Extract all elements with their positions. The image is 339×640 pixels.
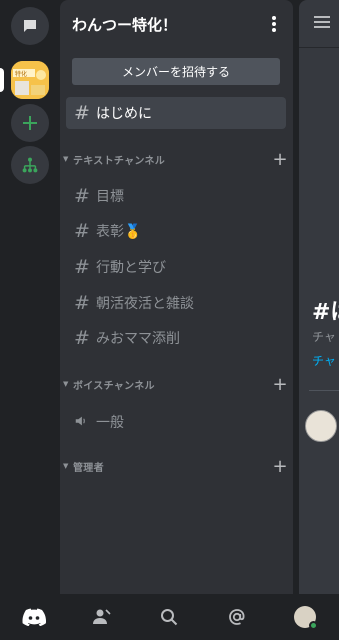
channel-item-tensaku[interactable]: # みおママ添削 — [66, 322, 286, 354]
explore-servers-button[interactable] — [11, 146, 49, 184]
voice-channel-ippan[interactable]: 一般 — [66, 406, 286, 438]
channel-name: 目標 — [96, 189, 124, 205]
category-label: 管理者 — [73, 462, 104, 474]
invite-members-button[interactable]: メンバーを招待する — [72, 58, 280, 85]
channel-item-mokuhyo[interactable]: # 目標 — [66, 180, 286, 212]
chat-bubble-icon — [24, 20, 36, 32]
discord-app: 特化 わんつー特化！ メンバーを招待する # はじめに ▼ テキストチャンネル … — [0, 0, 339, 640]
hash-icon: # — [74, 220, 90, 242]
hash-icon: # — [74, 292, 90, 314]
category-voice-channels[interactable]: ▼ ボイスチャンネル + — [60, 374, 293, 395]
at-sign-icon — [229, 609, 245, 625]
server-logo-icon: 特化 — [11, 61, 49, 99]
server-logo-text: 特化 — [15, 70, 27, 78]
user-avatar — [294, 606, 318, 630]
add-server-button[interactable] — [11, 104, 49, 142]
welcome-heading: #は — [312, 300, 339, 325]
speaker-icon — [74, 411, 96, 433]
add-channel-icon[interactable]: + — [267, 374, 293, 395]
friends-tab[interactable] — [89, 604, 115, 630]
hash-icon: # — [74, 256, 90, 278]
channel-item-asakatsu[interactable]: # 朝活夜活と雑談 — [66, 287, 286, 319]
hash-icon: # — [74, 102, 90, 124]
channel-name: 行動と学び — [96, 260, 166, 276]
server-icon-wantsu[interactable]: 特化 — [11, 61, 49, 99]
category-label: ボイスチャンネル — [73, 380, 155, 392]
server-header[interactable]: わんつー特化！ — [60, 0, 293, 48]
more-options-icon[interactable] — [267, 15, 281, 33]
channel-name: 表彰🥇 — [96, 224, 142, 240]
search-tab[interactable] — [156, 604, 182, 630]
home-tab[interactable] — [21, 604, 47, 630]
message-divider — [309, 390, 339, 391]
channel-name: 朝活夜活と雑談 — [96, 296, 194, 312]
server-name: わんつー特化！ — [72, 15, 178, 34]
server-rail: 特化 — [0, 0, 60, 594]
direct-messages-button[interactable] — [11, 7, 49, 45]
channel-name: 一般 — [96, 415, 124, 431]
channel-item-hyosho[interactable]: # 表彰🥇 — [66, 215, 286, 247]
channel-item-hajimeni[interactable]: # はじめに — [66, 97, 286, 129]
hierarchy-icon — [22, 157, 38, 173]
friends-icon — [93, 609, 111, 624]
welcome-link[interactable]: チャ — [312, 352, 336, 369]
mentions-tab[interactable] — [224, 604, 250, 630]
hamburger-menu-icon[interactable] — [314, 16, 330, 28]
channel-name: みおママ添削 — [96, 331, 180, 347]
selected-server-indicator — [0, 68, 4, 92]
category-text-channels[interactable]: ▼ テキストチャンネル + — [60, 149, 293, 170]
category-admin[interactable]: ▼ 管理者 + — [60, 456, 293, 477]
welcome-subtitle: チャ — [312, 330, 336, 344]
header-divider — [299, 47, 339, 48]
chevron-down-icon: ▼ — [63, 380, 69, 388]
discord-logo-icon — [22, 608, 46, 626]
add-channel-icon[interactable]: + — [267, 456, 293, 477]
channel-name: はじめに — [96, 106, 152, 122]
bottom-nav — [0, 594, 339, 640]
chat-pane: #は チャ チャ — [299, 0, 339, 594]
profile-tab[interactable] — [292, 604, 318, 630]
chevron-down-icon: ▼ — [63, 155, 69, 163]
channel-item-kodo[interactable]: # 行動と学び — [66, 251, 286, 283]
search-icon — [161, 609, 178, 626]
channel-sidebar: わんつー特化！ メンバーを招待する # はじめに ▼ テキストチャンネル + #… — [60, 0, 293, 594]
add-channel-icon[interactable]: + — [267, 149, 293, 170]
plus-icon — [23, 116, 37, 130]
hash-icon: # — [74, 185, 90, 207]
hash-icon: # — [74, 327, 90, 349]
message-avatar[interactable] — [305, 410, 337, 442]
chevron-down-icon: ▼ — [63, 462, 69, 470]
category-label: テキストチャンネル — [73, 155, 166, 167]
online-status-icon — [309, 621, 318, 630]
